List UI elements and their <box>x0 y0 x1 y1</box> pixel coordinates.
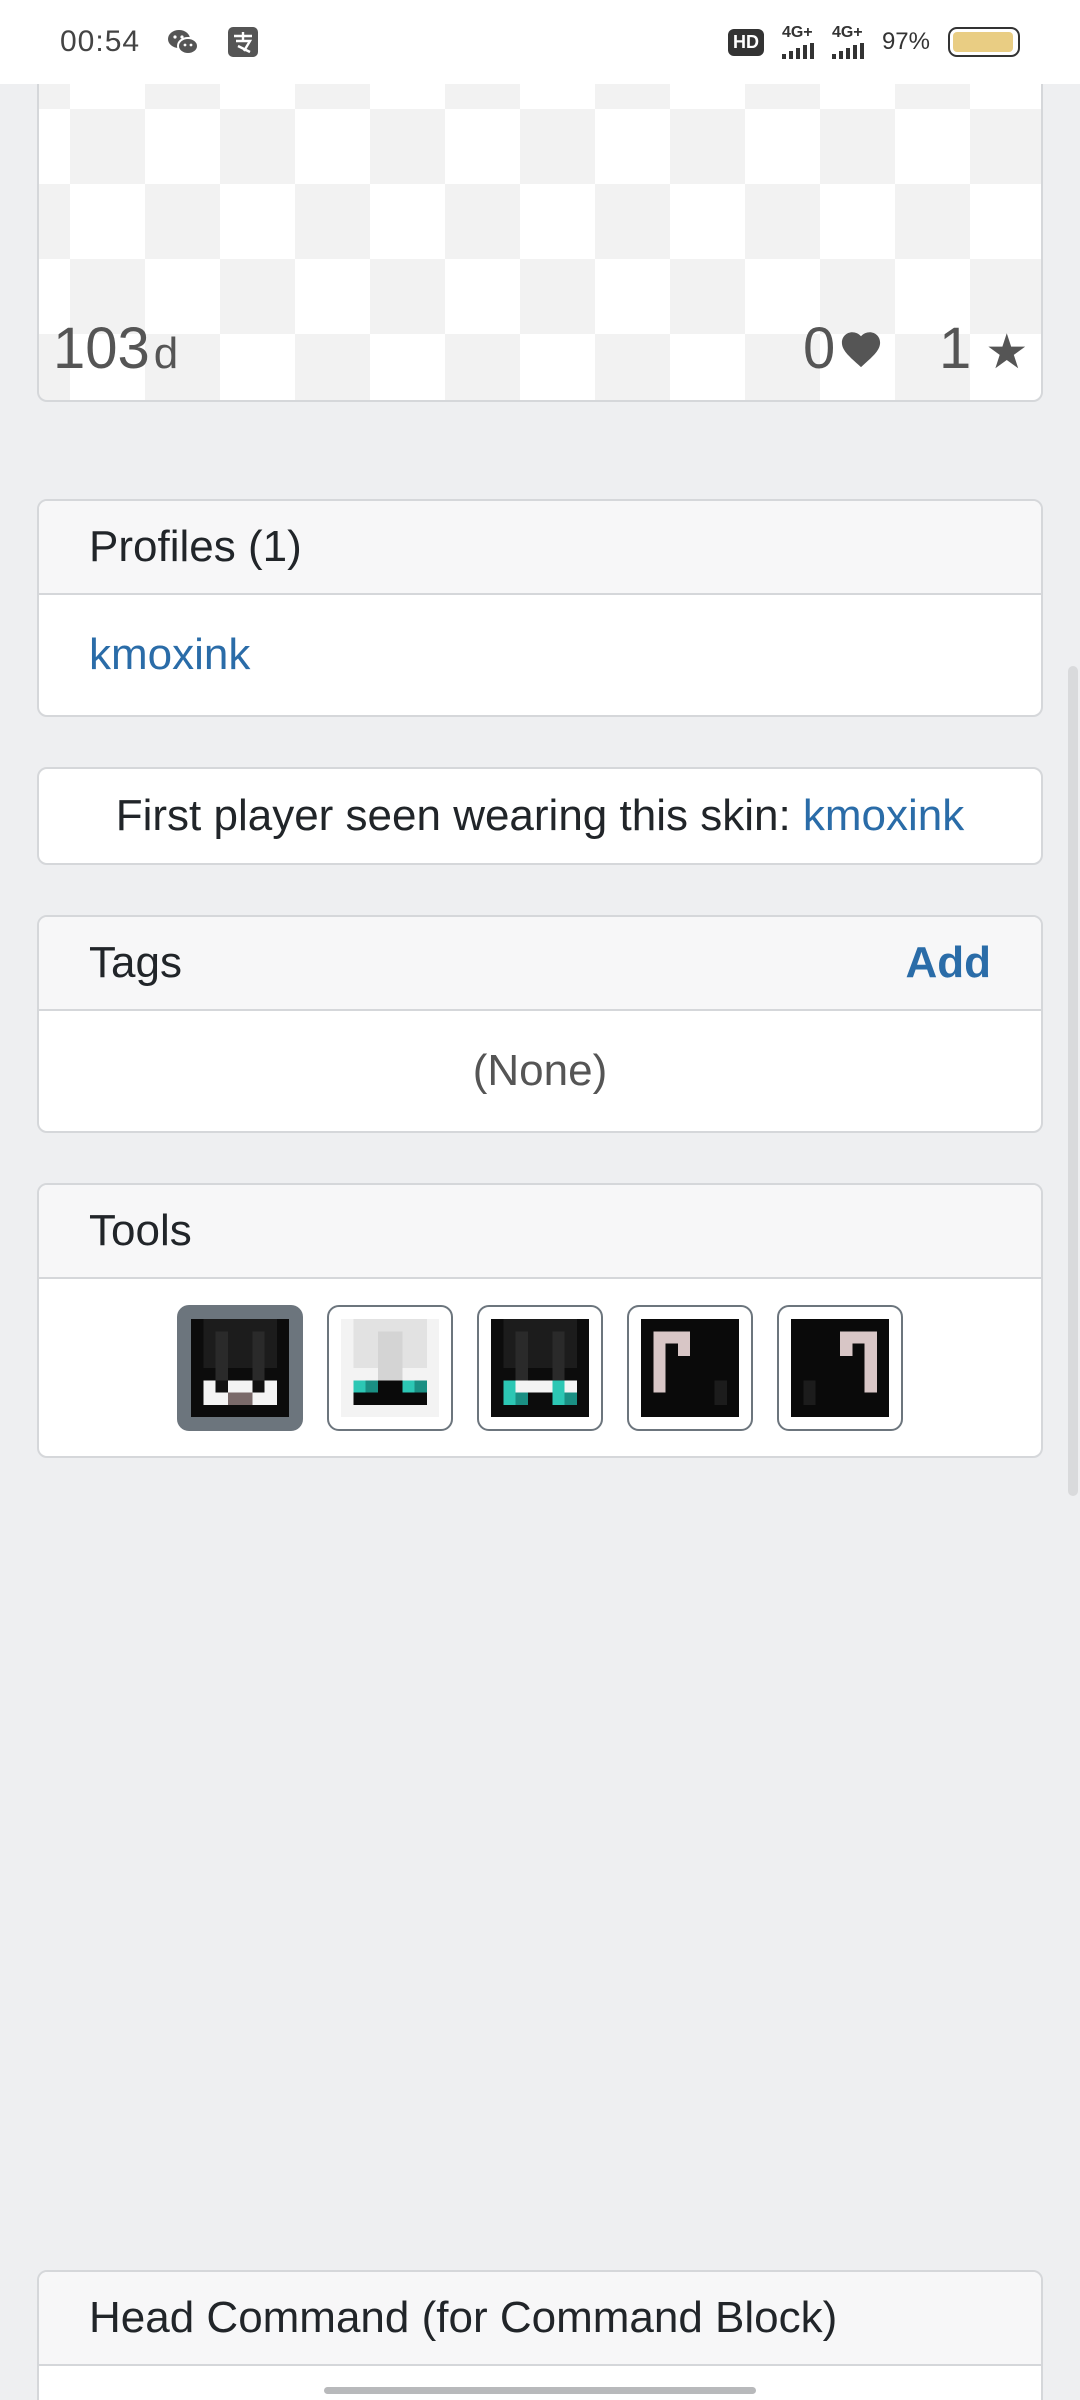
battery-percent: 97% <box>881 28 930 55</box>
tags-header: Tags Add <box>39 917 1041 1011</box>
tags-title: Tags <box>89 938 182 987</box>
battery-level <box>953 32 1014 52</box>
stars-count: 1 <box>939 316 972 381</box>
battery-icon <box>948 27 1020 57</box>
network-type-1: 4G+ <box>781 24 813 41</box>
list-item: kmoxink <box>39 595 1041 715</box>
first-seen-card: First player seen wearing this skin: kmo… <box>37 767 1043 865</box>
tools-list <box>39 1279 1041 1456</box>
tool-head-side-right-button[interactable] <box>777 1304 903 1431</box>
age-stat: 103 d <box>53 315 178 382</box>
tools-title: Tools <box>89 1206 192 1255</box>
star-icon: ★ <box>985 326 1029 379</box>
stars-stat[interactable]: 1 ★ <box>939 315 1028 382</box>
status-bar: 00:54 HD 4G+ 4G+ 97% <box>0 0 1080 84</box>
tools-header: Tools <box>39 1185 1041 1279</box>
skin-head-icon <box>791 1318 889 1417</box>
tags-empty: (None) <box>472 1046 608 1095</box>
heart-icon <box>842 331 881 367</box>
tool-head-side-left-button[interactable] <box>627 1304 753 1431</box>
age-days: 103 <box>53 316 150 381</box>
profiles-header: Profiles (1) <box>39 501 1041 595</box>
skin-head-icon <box>341 1318 439 1417</box>
add-tag-button[interactable]: Add <box>905 938 991 988</box>
skin-head-icon <box>641 1318 739 1417</box>
tool-head-front-button[interactable] <box>177 1304 303 1431</box>
status-left: 00:54 <box>60 25 260 59</box>
tags-card: Tags Add (None) <box>37 915 1043 1133</box>
signal-icon-2: 4G+ <box>831 24 864 59</box>
likes-count: 0 <box>803 316 836 381</box>
head-command-title: Head Command (for Command Block) <box>89 2293 838 2342</box>
tool-head-variant-button[interactable] <box>327 1304 453 1431</box>
head-command-header: Head Command (for Command Block) <box>39 2272 1041 2366</box>
page-scrollbar[interactable] <box>1068 666 1078 1496</box>
age-unit: d <box>153 329 179 378</box>
likes-stat[interactable]: 0 <box>803 315 883 382</box>
first-seen-player-link[interactable]: kmoxink <box>803 791 964 841</box>
status-time: 00:54 <box>60 25 141 58</box>
signal-icon: 4G+ <box>781 24 814 59</box>
profile-link[interactable]: kmoxink <box>89 630 250 680</box>
profiles-card: Profiles (1) kmoxink <box>37 499 1043 717</box>
tool-head-overlay-button[interactable] <box>477 1304 603 1431</box>
profiles-title: Profiles (1) <box>89 522 302 571</box>
network-type-2: 4G+ <box>831 24 863 41</box>
skin-preview[interactable]: 103 d 0 1 ★ <box>37 84 1043 402</box>
home-indicator[interactable] <box>324 2387 756 2394</box>
head-command-card: Head Command (for Command Block) <box>37 2270 1043 2400</box>
alipay-icon <box>226 25 260 59</box>
hd-icon: HD <box>727 28 764 56</box>
first-seen-label: First player seen wearing this skin: <box>115 791 803 840</box>
tools-card: Tools <box>37 1183 1043 1458</box>
skin-head-icon <box>491 1318 589 1417</box>
wechat-icon <box>166 25 200 59</box>
skin-head-icon <box>191 1318 289 1417</box>
status-right: HD 4G+ 4G+ 97% <box>727 24 1020 59</box>
